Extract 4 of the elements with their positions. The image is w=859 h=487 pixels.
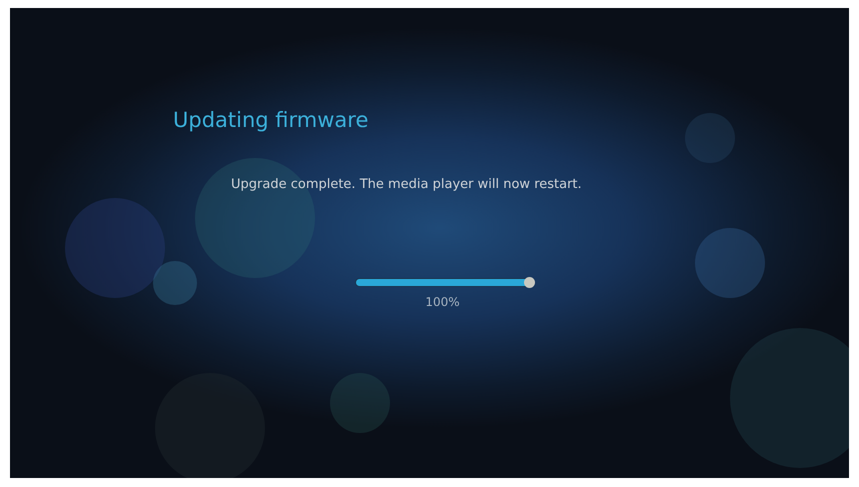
- screen-title: Updating firmware: [173, 108, 370, 132]
- progress-percentage: 100%: [425, 295, 460, 309]
- progress-end-knob: [524, 277, 535, 288]
- status-message: Upgrade complete. The media player will now restart.: [231, 177, 583, 192]
